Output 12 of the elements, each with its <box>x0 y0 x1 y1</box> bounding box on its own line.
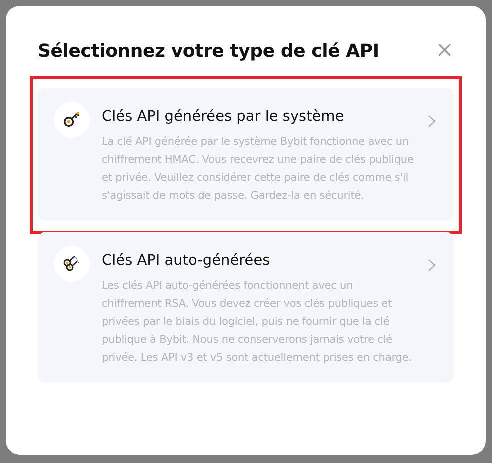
key-icon <box>54 102 90 138</box>
option-title: Clés API auto-générées <box>102 253 272 269</box>
chevron-right-icon <box>428 259 436 272</box>
close-button[interactable]: × <box>436 40 454 62</box>
option-title: Clés API générées par le système <box>102 109 346 125</box>
option-card[interactable] <box>38 232 454 383</box>
chevron-right-icon <box>428 115 436 128</box>
dialog-title: Sélectionnez votre type de clé API <box>38 40 380 62</box>
option-description: Les clés API auto-générées fonctionnent avec un chiffrement RSA. Vous devez créer vos clés publiques et privées par le biais du logiciel, puis ne fournir que la clé publique à Bybit. Nous ne conserverons jamais votre clé privée. Les API v3 et v5 sont actuellement prises en charge. <box>102 279 413 366</box>
option-card[interactable] <box>38 88 454 221</box>
option-description: La clé API générée par le système Bybit fonctionne avec un chiffrement HMAC. Vous recevrez une paire de clés publique et privée. Veuillez considérer cette paire de clés comme s'il s'agissait de mots de passe. Gardez-la en sécurité. <box>102 135 414 204</box>
key-pair-icon <box>54 246 90 282</box>
